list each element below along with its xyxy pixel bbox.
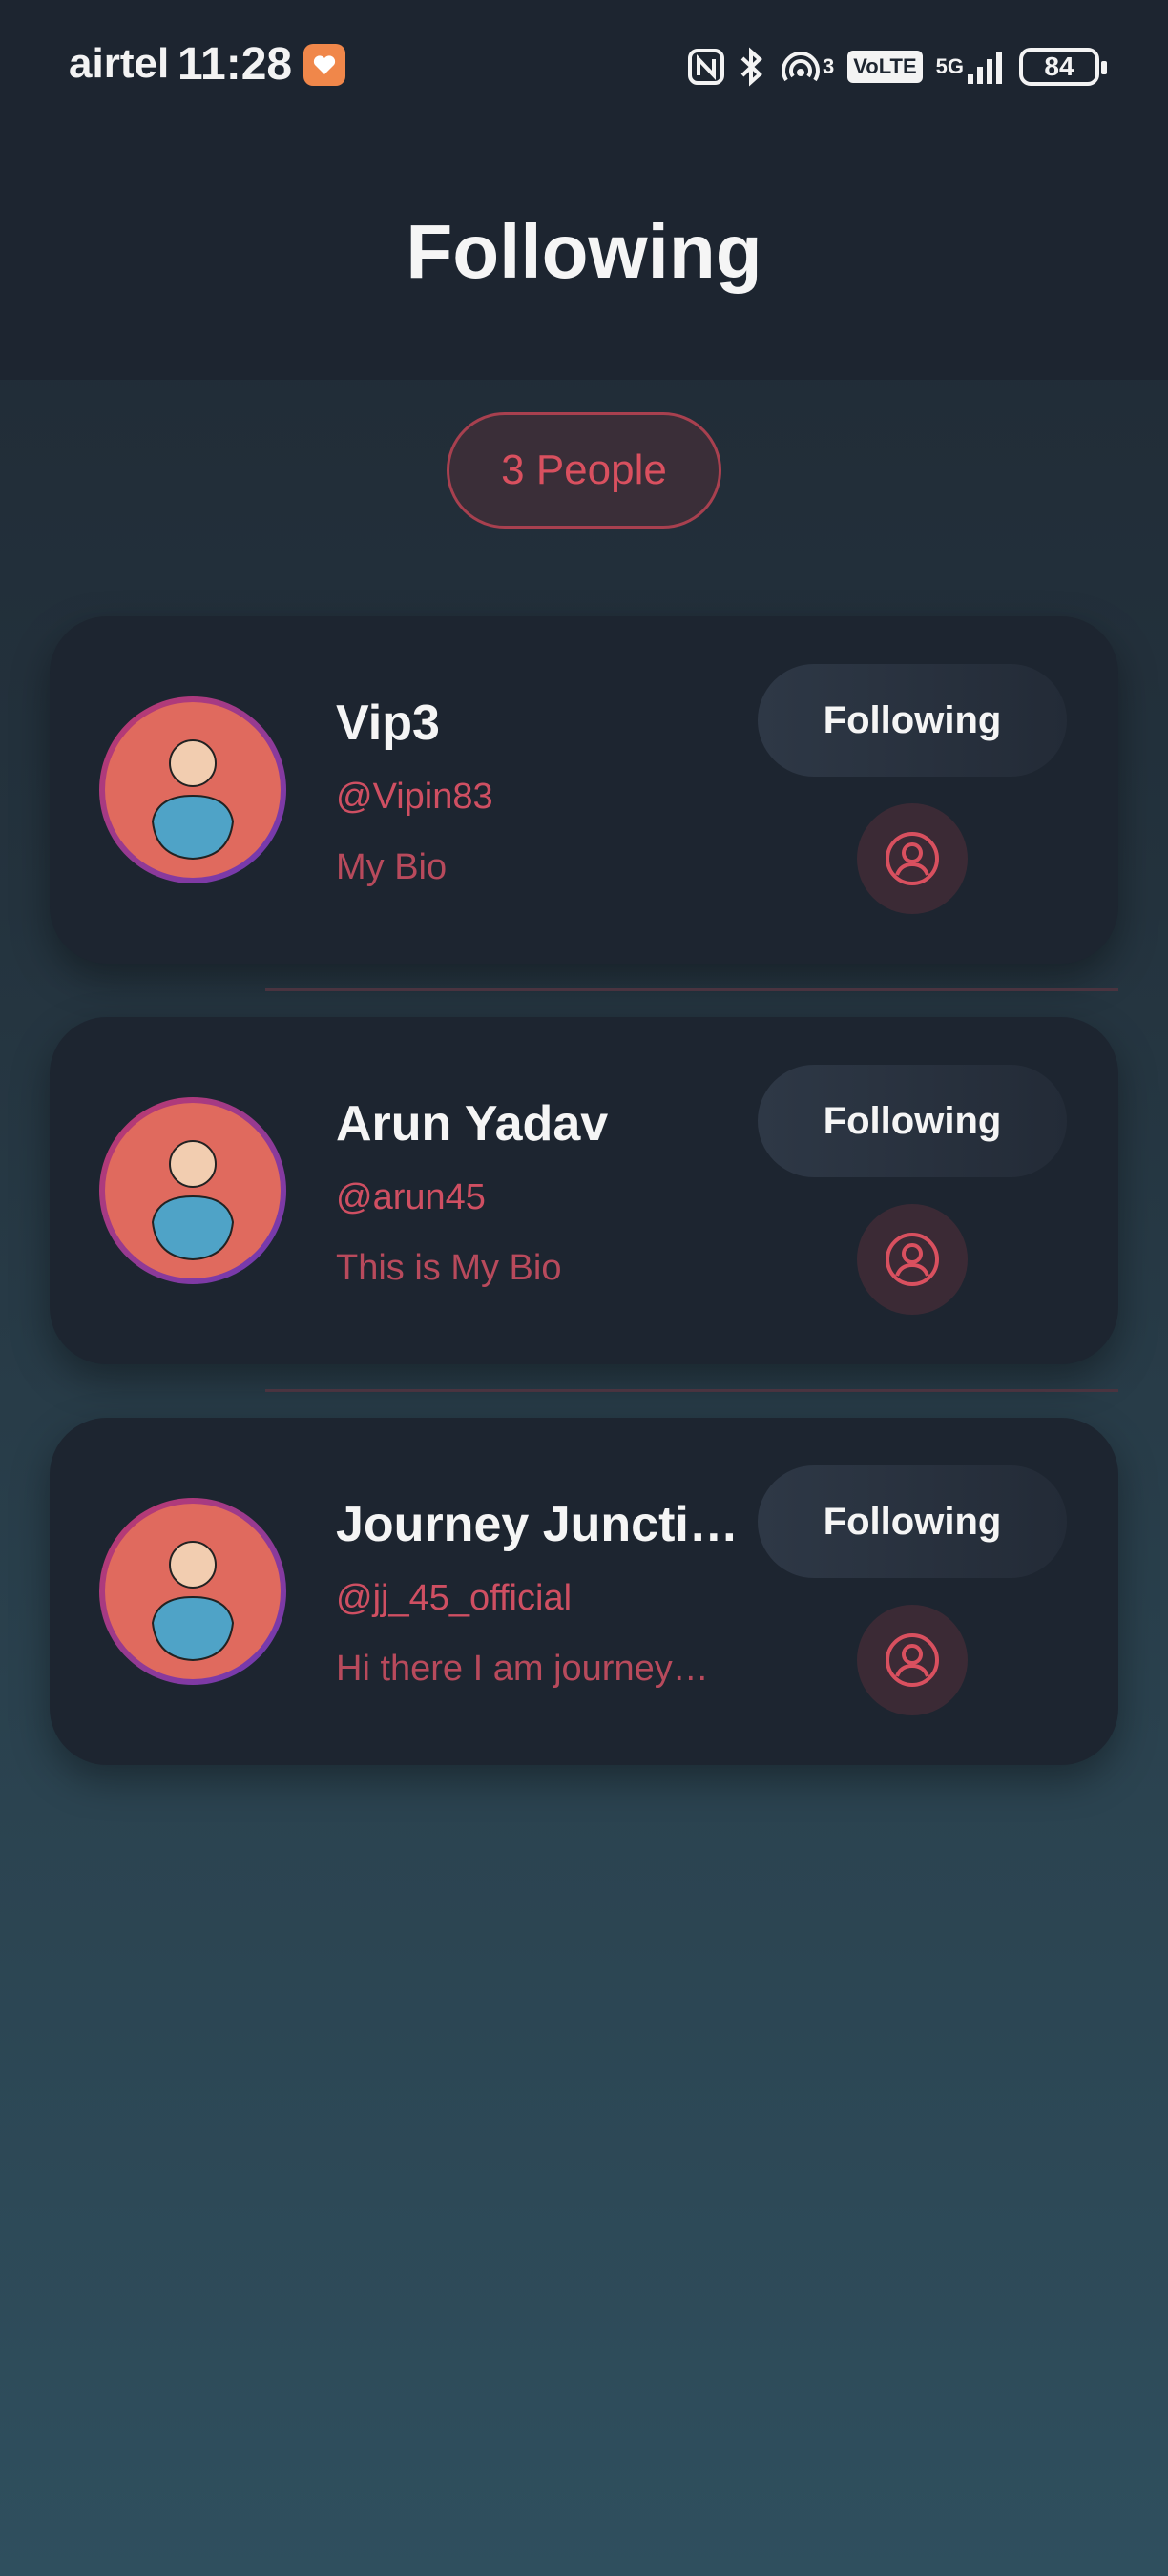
user-handle: @Vipin83 (336, 777, 493, 817)
bluetooth-icon (739, 44, 765, 90)
user-card[interactable]: Arun Yadav @arun45 This is My Bio Follow… (50, 1017, 1118, 1364)
user-handle: @arun45 (336, 1177, 486, 1217)
person-circle-icon (886, 832, 939, 885)
nfc-icon (687, 44, 725, 90)
clock: 11:28 (177, 39, 293, 90)
divider (265, 988, 1118, 991)
user-bio: Hi there I am journey… (336, 1649, 709, 1689)
user-card[interactable]: Journey Juncti… @jj_45_official Hi there… (50, 1418, 1118, 1765)
divider (265, 1389, 1118, 1392)
person-avatar-icon (151, 1140, 235, 1261)
avatar[interactable] (99, 696, 286, 883)
page-title: Following (406, 209, 762, 294)
user-bio: This is My Bio (336, 1248, 562, 1288)
view-profile-button[interactable] (857, 1204, 968, 1315)
carrier-label: airtel (69, 40, 170, 87)
view-profile-button[interactable] (857, 1605, 968, 1715)
hotspot-icon: 3 (779, 44, 834, 90)
user-bio: My Bio (336, 847, 448, 887)
avatar[interactable] (99, 1498, 286, 1685)
user-name: Vip3 (336, 696, 440, 751)
person-avatar-icon (151, 739, 235, 861)
battery-indicator: 84 (1019, 48, 1107, 86)
people-count-badge: 3 People (447, 412, 721, 529)
user-card[interactable]: Vip3 @Vipin83 My Bio Following (50, 616, 1118, 964)
following-button[interactable]: Following (758, 1065, 1067, 1177)
status-bar: airtel 11:28 3 VoLTE 5G 84 (0, 0, 1168, 134)
person-circle-icon (886, 1233, 939, 1286)
signal-icon: 5G (936, 44, 1006, 90)
person-circle-icon (886, 1633, 939, 1687)
network-type: 5G (935, 54, 964, 78)
user-name: Journey Juncti… (336, 1497, 739, 1552)
user-name: Arun Yadav (336, 1096, 609, 1152)
following-button[interactable]: Following (758, 1465, 1067, 1578)
following-button[interactable]: Following (758, 664, 1067, 777)
heart-badge-icon (303, 44, 345, 86)
hotspot-count: 3 (822, 54, 835, 78)
person-avatar-icon (151, 1541, 235, 1662)
avatar[interactable] (99, 1097, 286, 1284)
volte-badge: VoLTE (847, 51, 923, 83)
user-handle: @jj_45_official (336, 1578, 573, 1618)
view-profile-button[interactable] (857, 803, 968, 914)
